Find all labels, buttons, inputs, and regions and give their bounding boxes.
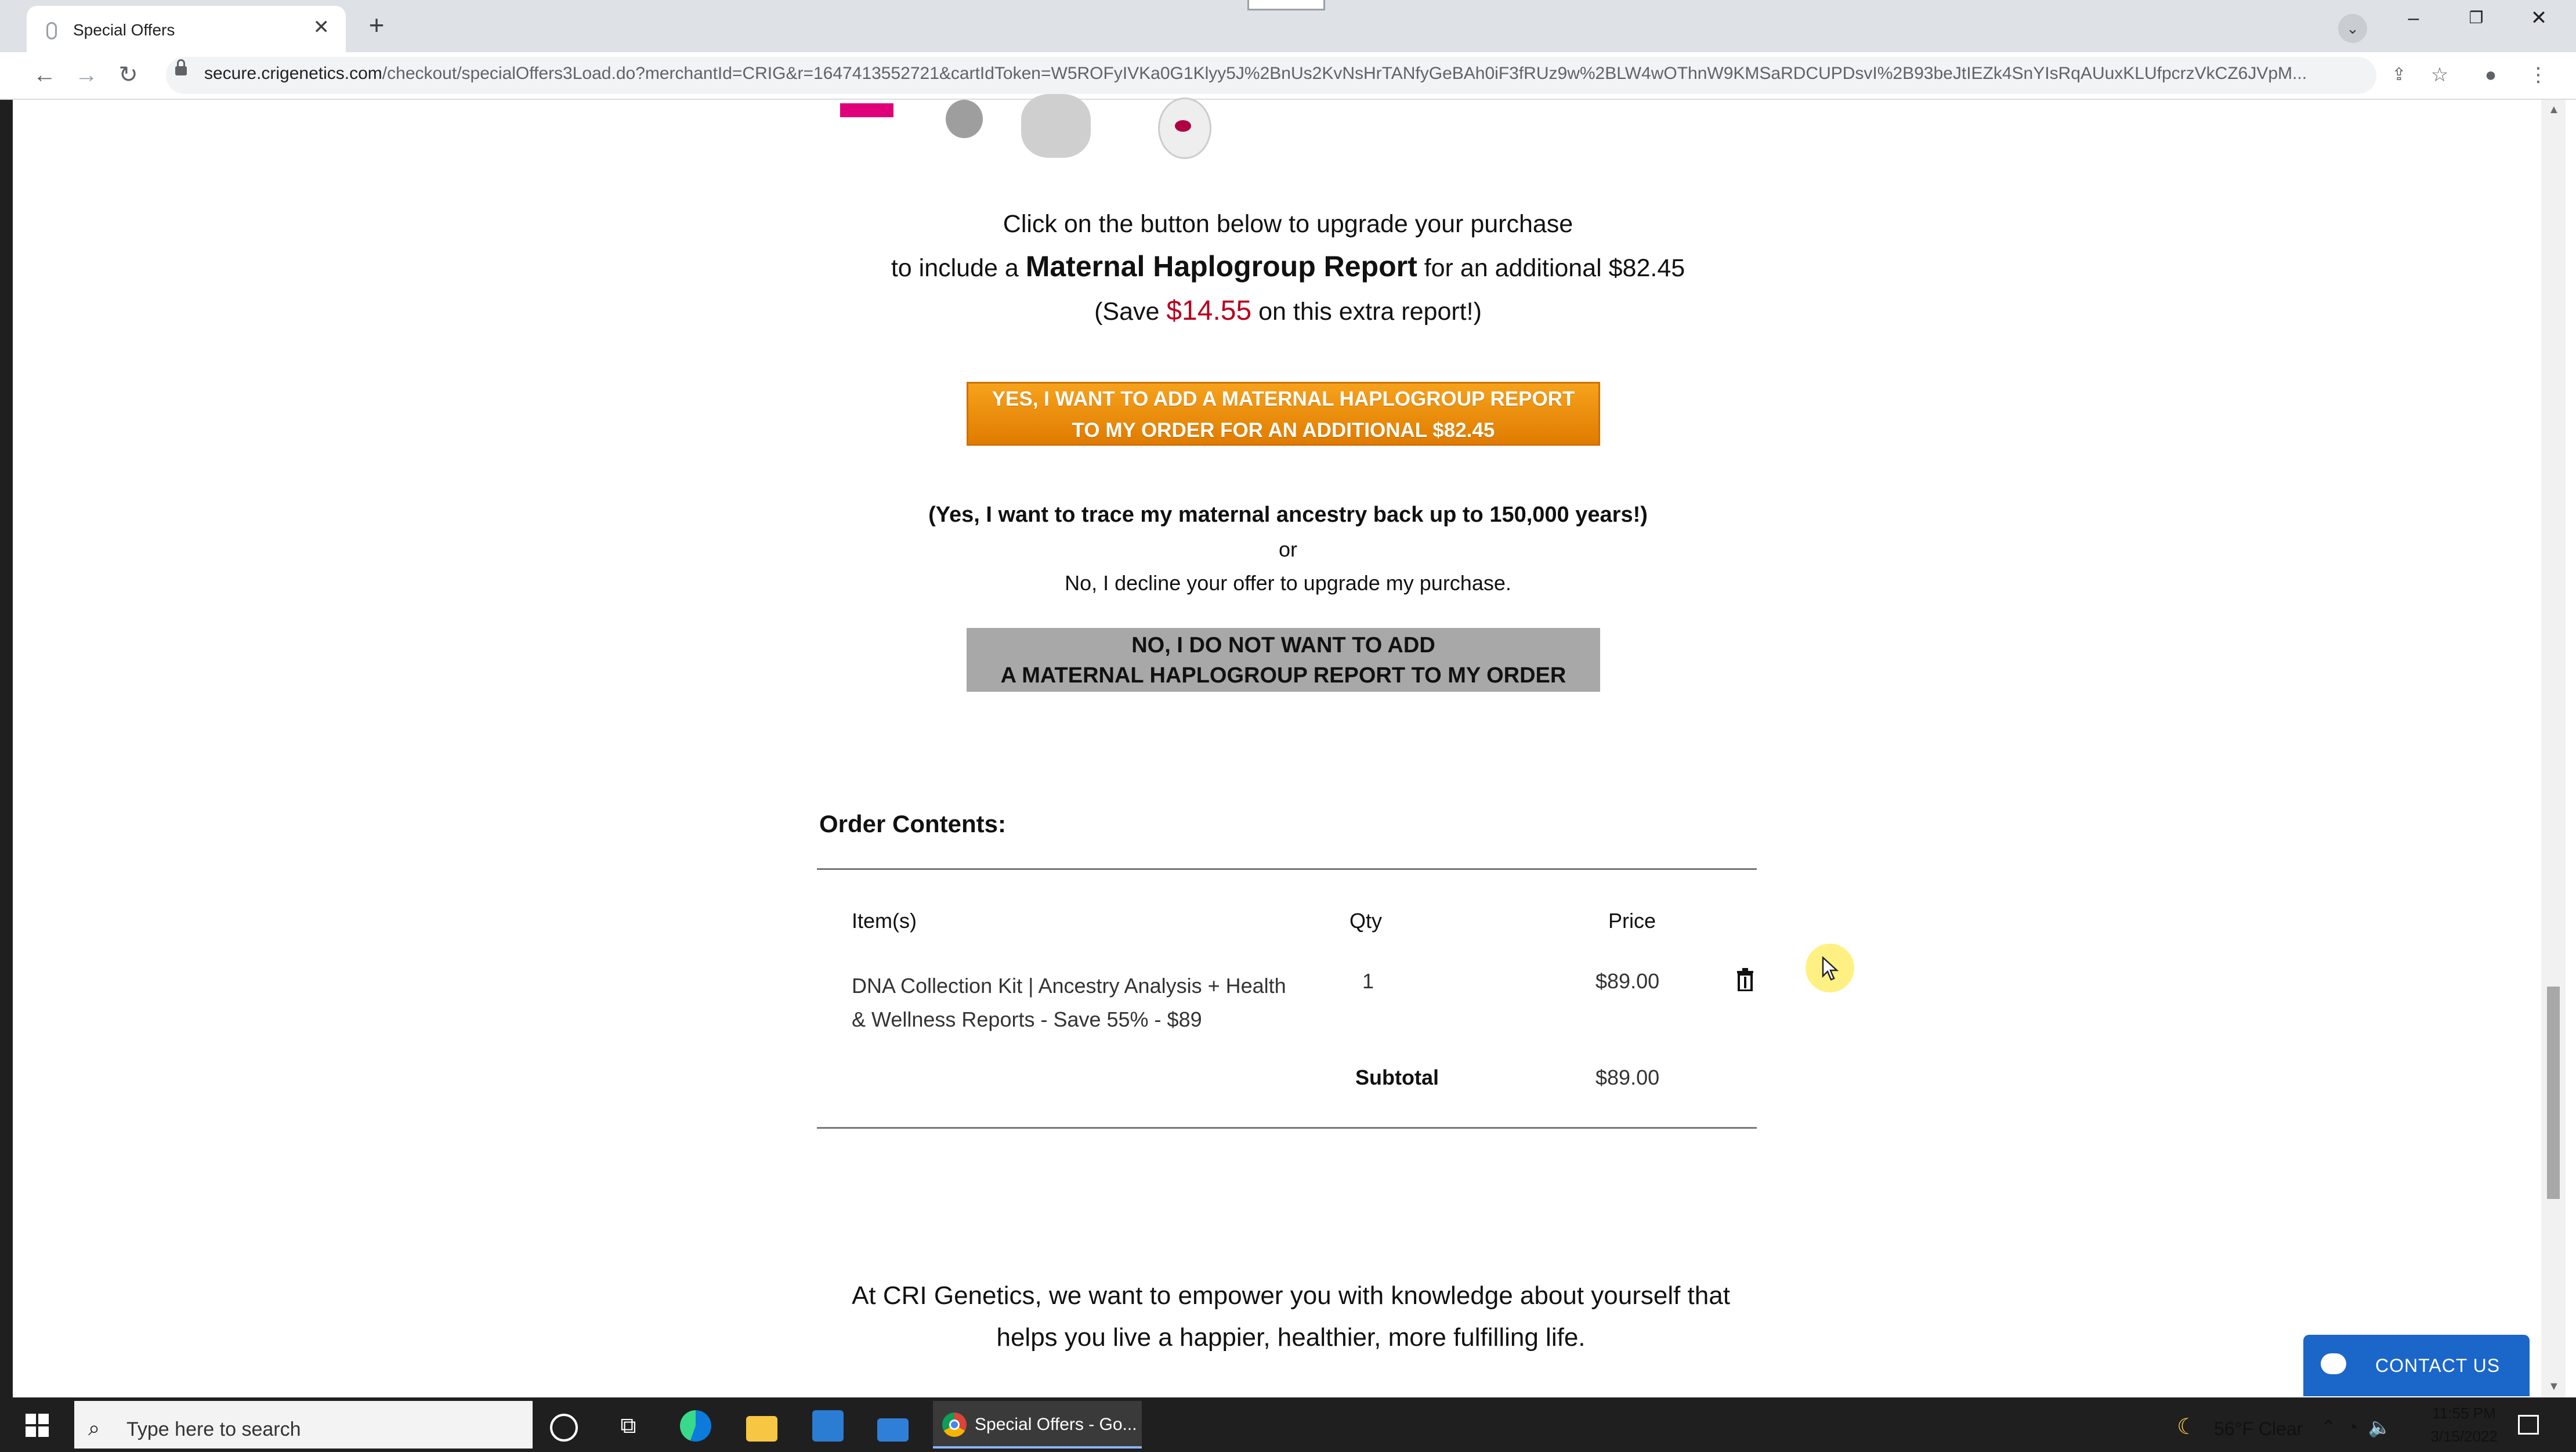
column-header-items: Item(s) (852, 909, 917, 933)
lock-icon[interactable] (175, 59, 187, 75)
offer-product-name: Maternal Haplogroup Report (1025, 250, 1417, 283)
order-item-qty: 1 (1362, 969, 1374, 993)
column-header-price: Price (1608, 909, 1656, 933)
scrollbar-track[interactable] (2541, 100, 2566, 1397)
new-tab-button[interactable]: + (361, 10, 392, 42)
decline-text: No, I decline your offer to upgrade my p… (1065, 571, 1511, 595)
cortana-icon[interactable] (550, 1414, 578, 1442)
chrome-icon (942, 1413, 967, 1437)
column-header-qty: Qty (1349, 909, 1383, 933)
trace-ancestry-text: (Yes, I want to trace my maternal ancest… (928, 503, 1648, 527)
offer-savings-text: (Save $14.55 on this extra report!) (696, 295, 1880, 327)
scroll-down-icon[interactable]: ▼ (2548, 1380, 2560, 1393)
mail-icon[interactable] (877, 1418, 909, 1442)
system-tray-icons[interactable]: ⌃ ◔ 🔈 (2321, 1416, 2392, 1438)
subtotal-value: $89.00 (1595, 1065, 1660, 1089)
order-item-line1: DNA Collection Kit | Ancestry Analysis +… (852, 974, 1286, 998)
search-icon: ⌕ (88, 1416, 100, 1440)
savings-suffix: on this extra report!) (1251, 298, 1482, 326)
trash-icon[interactable] (1736, 968, 1754, 991)
reload-icon[interactable]: ↻ (114, 60, 143, 89)
globe-image (1021, 94, 1091, 158)
offer-text-line2: to include a Maternal Haplogroup Report … (696, 250, 1880, 283)
scrollbar-thumb[interactable] (2547, 987, 2560, 1199)
moon-icon[interactable]: ☾ (2177, 1414, 2197, 1440)
restore-button[interactable]: ❐ (2453, 3, 2499, 32)
savings-prefix: (Save (1094, 298, 1167, 326)
profile-icon[interactable]: ● (2476, 60, 2505, 89)
order-divider-bottom (817, 1127, 1757, 1129)
contact-us-button[interactable]: CONTACT US (2303, 1335, 2530, 1396)
back-icon[interactable]: ← (30, 60, 59, 89)
add-report-button-line1: YES, I WANT TO ADD A MATERNAL HAPLOGROUP… (992, 388, 1575, 410)
weather-text[interactable]: 56°F Clear (2214, 1418, 2303, 1440)
mother-child-image (1158, 97, 1211, 159)
tab-title: Special Offers (73, 21, 175, 39)
store-icon[interactable] (812, 1410, 844, 1442)
add-report-button[interactable]: YES, I WANT TO ADD A MATERNAL HAPLOGROUP… (967, 382, 1600, 446)
savings-amount: $14.55 (1166, 295, 1252, 326)
share-icon[interactable]: ⇪ (2385, 60, 2414, 89)
tab-close-icon[interactable]: ✕ (313, 17, 330, 37)
star-icon[interactable]: ☆ (2425, 60, 2454, 89)
url-text[interactable]: secure.crigenetics.com/checkout/specialO… (204, 64, 2368, 84)
edge-icon[interactable] (680, 1410, 711, 1442)
mission-text-line1: At CRI Genetics, we want to empower you … (852, 1281, 1730, 1310)
minimize-button[interactable]: – (2390, 3, 2437, 32)
decline-report-button[interactable]: NO, I DO NOT WANT TO ADD A MATERNAL HAPL… (967, 628, 1600, 692)
taskbar-window-title: Special Offers - Go... (975, 1415, 1137, 1434)
add-report-button-line2: TO MY ORDER FOR AN ADDITIONAL $82.45 (1072, 419, 1495, 442)
offer-prefix: to include a (891, 254, 1026, 282)
url-host: secure.crigenetics.com (204, 64, 382, 83)
offer-suffix: for an additional $82.45 (1417, 254, 1685, 282)
contact-us-label: CONTACT US (2375, 1355, 2501, 1376)
order-contents-heading: Order Contents: (819, 810, 1007, 837)
close-window-button[interactable]: ✕ (2516, 3, 2562, 32)
url-path: /checkout/specialOffers3Load.do?merchant… (382, 64, 2307, 83)
windows-icon[interactable] (26, 1414, 49, 1437)
window-drag-handle (1247, 0, 1325, 10)
decline-button-line1: NO, I DO NOT WANT TO ADD (1131, 633, 1435, 658)
report-badge (840, 103, 893, 117)
notification-icon[interactable] (2518, 1415, 2539, 1435)
scroll-up-icon[interactable]: ▲ (2548, 103, 2560, 117)
forward-icon[interactable]: → (72, 60, 101, 89)
taskbar-chrome-window[interactable]: Special Offers - Go... (933, 1401, 1142, 1449)
order-item-line2: & Wellness Reports - Save 55% - $89 (852, 1007, 1202, 1031)
tab-search-button[interactable]: ⌄ (2338, 14, 2367, 43)
report-preview-images (835, 94, 1242, 168)
window-border (0, 100, 13, 1397)
decline-button-line2: A MATERNAL HAPLOGROUP REPORT TO MY ORDER (1000, 663, 1566, 688)
clock-date[interactable]: 3/15/2022 (2421, 1428, 2508, 1446)
menu-icon[interactable]: ⋮ (2524, 60, 2553, 89)
task-view-icon[interactable]: ⧉ (613, 1410, 644, 1442)
order-item-name: DNA Collection Kit | Ancestry Analysis +… (852, 969, 1304, 1036)
order-item-price: $89.00 (1595, 969, 1660, 993)
tab-favicon-icon (46, 22, 57, 39)
taskbar-search-placeholder: Type here to search (126, 1418, 301, 1440)
chat-icon (2321, 1353, 2346, 1374)
mouse-cursor-icon (1822, 956, 1839, 981)
clock-time[interactable]: 11:55 PM (2421, 1404, 2508, 1422)
mission-text-line2: helps you live a happier, healthier, mor… (996, 1323, 1586, 1352)
file-explorer-icon[interactable] (746, 1416, 777, 1442)
offer-text-line1: Click on the button below to upgrade you… (1003, 210, 1573, 238)
map-image (946, 100, 983, 138)
subtotal-label: Subtotal (1355, 1065, 1439, 1089)
order-divider-top (817, 868, 1757, 870)
or-separator: or (1278, 537, 1297, 561)
browser-tab[interactable]: Special Offers ✕ (27, 6, 346, 52)
